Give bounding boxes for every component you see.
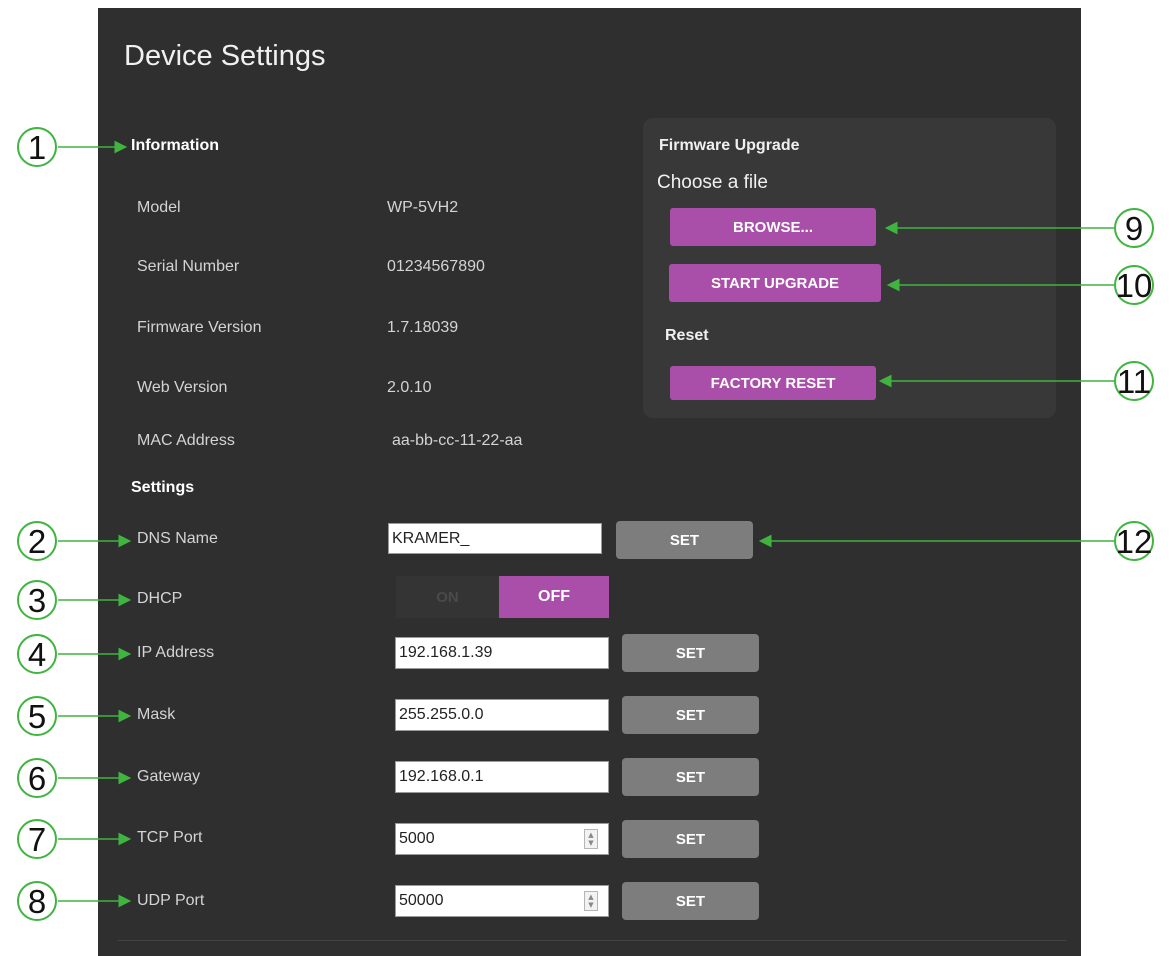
choose-file-label: Choose a file [657, 172, 768, 193]
dns-set-button[interactable]: SET [616, 521, 753, 559]
gateway-set-button[interactable]: SET [622, 758, 759, 796]
mask-input[interactable] [395, 699, 609, 731]
mask-label: Mask [137, 706, 176, 723]
udp-set-button[interactable]: SET [622, 882, 759, 920]
mac-address-value: aa-bb-cc-11-22-aa [392, 432, 523, 449]
reset-heading: Reset [665, 327, 709, 344]
callout-8: 8 [17, 881, 57, 921]
callout-9: 9 [1114, 208, 1154, 248]
serial-number-value: 01234567890 [387, 258, 485, 275]
callout-10: 10 [1114, 265, 1154, 305]
udp-port-label: UDP Port [137, 892, 205, 909]
tcp-set-button[interactable]: SET [622, 820, 759, 858]
callout-5: 5 [17, 696, 57, 736]
browse-button[interactable]: BROWSE... [670, 208, 876, 246]
model-value: WP-5VH2 [387, 199, 459, 216]
ip-address-input[interactable] [395, 637, 609, 669]
stepper-up-icon: ▲ [588, 893, 594, 901]
dhcp-off-option[interactable]: OFF [499, 576, 609, 618]
serial-number-label: Serial Number [137, 258, 240, 275]
start-upgrade-button[interactable]: START UPGRADE [669, 264, 881, 302]
web-version-label: Web Version [137, 379, 228, 396]
stepper-up-icon: ▲ [588, 831, 594, 839]
ip-set-button[interactable]: SET [622, 634, 759, 672]
stepper-down-icon: ▼ [588, 901, 594, 909]
udp-port-input[interactable] [395, 885, 609, 917]
settings-heading: Settings [131, 479, 195, 496]
dhcp-label: DHCP [137, 590, 183, 607]
page-title: Device Settings [124, 40, 326, 72]
callout-6: 6 [17, 758, 57, 798]
udp-port-stepper[interactable]: ▲ ▼ [584, 891, 598, 911]
callout-1: 1 [17, 127, 57, 167]
callout-7: 7 [17, 819, 57, 859]
mac-address-label: MAC Address [137, 432, 235, 449]
dns-name-label: DNS Name [137, 530, 218, 547]
information-heading: Information [131, 137, 219, 154]
tcp-port-input[interactable] [395, 823, 609, 855]
stepper-down-icon: ▼ [588, 839, 594, 847]
model-label: Model [137, 199, 181, 216]
firmware-version-value: 1.7.18039 [387, 319, 459, 336]
tcp-port-label: TCP Port [137, 829, 203, 846]
dns-name-input[interactable] [388, 523, 602, 554]
callout-12: 12 [1114, 521, 1154, 561]
callout-3: 3 [17, 580, 57, 620]
dhcp-on-option[interactable]: ON [396, 576, 499, 618]
gateway-label: Gateway [137, 768, 201, 785]
ip-address-label: IP Address [137, 644, 215, 661]
callout-4: 4 [17, 634, 57, 674]
callout-2: 2 [17, 521, 57, 561]
tcp-port-stepper[interactable]: ▲ ▼ [584, 829, 598, 849]
web-version-value: 2.0.10 [387, 379, 432, 396]
firmware-version-label: Firmware Version [137, 319, 262, 336]
factory-reset-button[interactable]: FACTORY RESET [670, 366, 876, 400]
callout-11: 11 [1114, 361, 1154, 401]
mask-set-button[interactable]: SET [622, 696, 759, 734]
gateway-input[interactable] [395, 761, 609, 793]
firmware-upgrade-heading: Firmware Upgrade [659, 137, 800, 154]
panel-divider [118, 940, 1066, 941]
